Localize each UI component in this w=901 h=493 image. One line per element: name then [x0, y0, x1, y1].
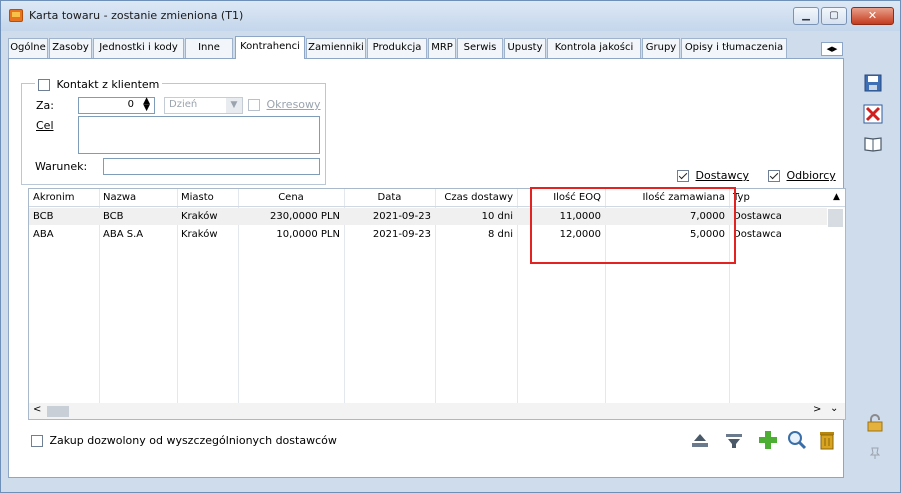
- close-button[interactable]: ✕: [851, 7, 894, 25]
- add-icon[interactable]: [757, 429, 779, 451]
- tab-zamienniki[interactable]: Zamienniki: [306, 38, 366, 58]
- zakup-label: Zakup dozwolony od wyszczególnionych dos…: [49, 434, 337, 447]
- pin-icon[interactable]: [867, 445, 887, 465]
- title-bar: Karta towaru - zostanie zmieniona (T1) ▁…: [1, 1, 900, 31]
- vertical-scrollbar[interactable]: [826, 207, 845, 419]
- tab-ogolne[interactable]: Ogólne: [8, 38, 48, 58]
- app-icon: [9, 9, 23, 22]
- cell-typ: Dostawca: [733, 211, 782, 222]
- column-header[interactable]: Miasto: [177, 189, 238, 207]
- horizontal-scrollbar[interactable]: < > ⌄: [29, 403, 845, 419]
- scroll-down-icon[interactable]: ⌄: [830, 403, 838, 414]
- za-stepper[interactable]: 0 ▲ ▼: [78, 97, 155, 114]
- cell-miasto: Kraków: [181, 211, 218, 222]
- dostawcy-label: Dostawcy: [695, 169, 750, 182]
- za-value: 0: [127, 99, 134, 110]
- tab-upusty[interactable]: Upusty: [504, 38, 546, 58]
- tab-produkcja[interactable]: Produkcja: [367, 38, 427, 58]
- odbiorcy-filter[interactable]: Odbiorcy: [768, 169, 836, 182]
- column-header[interactable]: Typ: [729, 189, 825, 207]
- kontakt-checkbox-label: Kontakt z klientem: [56, 78, 160, 91]
- column-header[interactable]: Data: [344, 189, 435, 207]
- scroll-up-icon[interactable]: ▲: [829, 189, 845, 207]
- move-up-icon[interactable]: [689, 430, 711, 452]
- scroll-right-icon[interactable]: >: [813, 404, 821, 415]
- tab-mrp[interactable]: MRP: [428, 38, 456, 58]
- unit-value: Dzień: [169, 99, 198, 110]
- warunek-label: Warunek:: [35, 160, 88, 173]
- eoq-highlight-box: [530, 187, 736, 264]
- scroll-left-icon[interactable]: <: [33, 404, 41, 415]
- filter-icon[interactable]: [723, 430, 745, 452]
- cell-akronim: BCB: [33, 211, 54, 222]
- cel-textarea[interactable]: [78, 116, 320, 154]
- cell-nazwa: ABA S.A: [103, 229, 144, 240]
- kontakt-checkbox[interactable]: [38, 79, 50, 91]
- okresowy-option[interactable]: Okresowy: [248, 98, 321, 111]
- lock-icon[interactable]: [865, 413, 885, 433]
- unit-select[interactable]: Dzień ▼: [164, 97, 243, 114]
- cell-czas-dostawy: 10 dni: [481, 211, 513, 222]
- column-header[interactable]: Akronim: [29, 189, 99, 207]
- zakup-option[interactable]: Zakup dozwolony od wyszczególnionych dos…: [31, 434, 337, 447]
- cell-data: 2021-09-23: [372, 229, 431, 240]
- okresowy-label: Okresowy: [266, 98, 321, 111]
- tab-scroll-arrows[interactable]: ◀▶: [821, 42, 843, 56]
- tab-jednostki-i-kody[interactable]: Jednostki i kody: [93, 38, 184, 58]
- tab-kontrola-jakosci[interactable]: Kontrola jakości: [547, 38, 641, 58]
- maximize-button[interactable]: ▢: [821, 7, 847, 25]
- tab-grupy[interactable]: Grupy: [642, 38, 680, 58]
- column-header[interactable]: Cena: [238, 189, 344, 207]
- dostawcy-filter[interactable]: Dostawcy: [677, 169, 749, 182]
- tab-opisy-i-tlumaczenia[interactable]: Opisy i tłumaczenia: [681, 38, 787, 58]
- column-header[interactable]: Nazwa: [99, 189, 177, 207]
- za-label: Za:: [36, 99, 54, 112]
- search-icon[interactable]: [786, 429, 808, 451]
- cell-czas-dostawy: 8 dni: [487, 229, 513, 240]
- tab-kontrahenci[interactable]: Kontrahenci: [235, 36, 305, 59]
- product-card-window: Karta towaru - zostanie zmieniona (T1) ▁…: [0, 0, 901, 493]
- chevron-down-icon[interactable]: ▼: [226, 98, 242, 113]
- save-icon[interactable]: [863, 73, 883, 93]
- okresowy-checkbox[interactable]: [248, 99, 260, 111]
- cell-nazwa: BCB: [103, 211, 124, 222]
- odbiorcy-label: Odbiorcy: [786, 169, 836, 182]
- stepper-arrows-icon[interactable]: ▲ ▼: [143, 97, 150, 113]
- cell-typ: Dostawca: [733, 229, 782, 240]
- warunek-input[interactable]: [103, 158, 320, 175]
- horizontal-scroll-thumb[interactable]: [47, 406, 69, 417]
- cell-miasto: Kraków: [181, 229, 218, 240]
- cell-akronim: ABA: [33, 229, 54, 240]
- dostawcy-checkbox[interactable]: [677, 170, 689, 182]
- delete-icon[interactable]: [816, 429, 838, 451]
- tab-strip: Ogólne Zasoby Jednostki i kody Inne Kont…: [8, 36, 846, 59]
- kontakt-header: Kontakt z klientem: [35, 78, 163, 91]
- cell-cena: 230,0000 PLN: [270, 211, 340, 222]
- column-header[interactable]: Czas dostawy: [435, 189, 517, 207]
- book-icon[interactable]: [863, 134, 883, 154]
- cell-data: 2021-09-23: [372, 211, 431, 222]
- window-title: Karta towaru - zostanie zmieniona (T1): [29, 9, 244, 22]
- minimize-button[interactable]: ▁: [793, 7, 819, 25]
- odbiorcy-checkbox[interactable]: [768, 170, 780, 182]
- zakup-checkbox[interactable]: [31, 435, 43, 447]
- cancel-icon[interactable]: [863, 104, 883, 124]
- cel-label: Cel: [36, 119, 54, 132]
- tab-serwis[interactable]: Serwis: [457, 38, 503, 58]
- tab-zasoby[interactable]: Zasoby: [49, 38, 92, 58]
- vertical-scroll-thumb[interactable]: [828, 209, 843, 227]
- tab-inne[interactable]: Inne: [185, 38, 233, 58]
- cell-cena: 10,0000 PLN: [276, 229, 340, 240]
